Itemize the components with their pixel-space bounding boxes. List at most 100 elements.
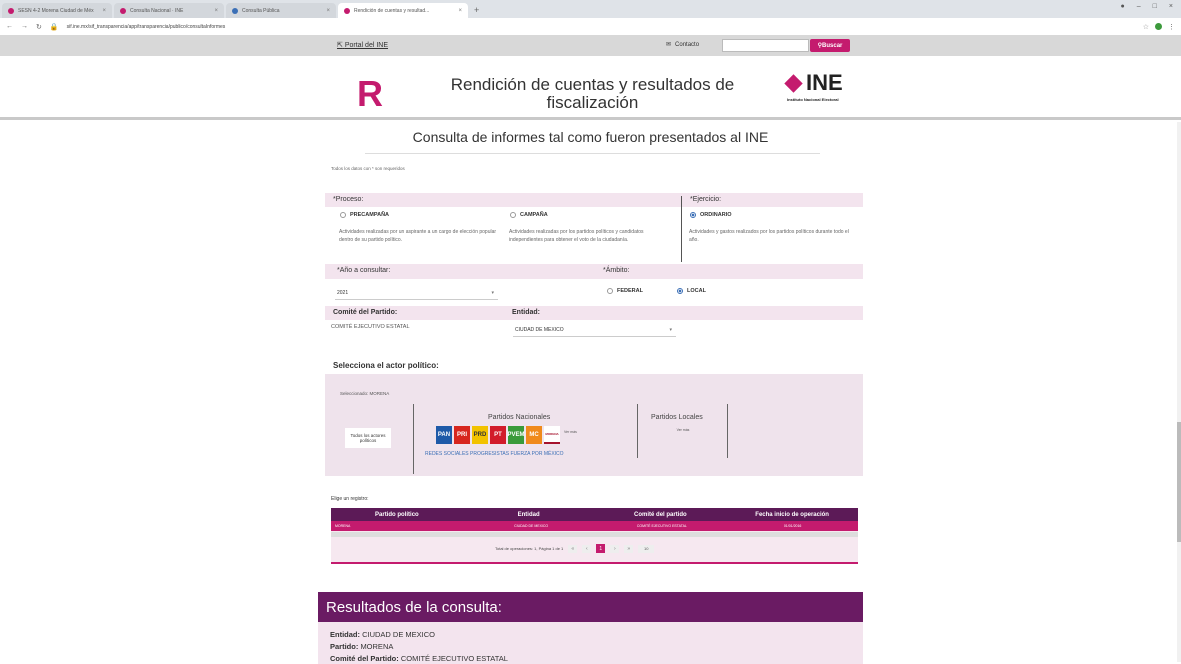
result-comite-value: COMITÉ EJECUTIVO ESTATAL <box>400 654 508 663</box>
todos-actores-button[interactable]: Todos los actores políticos <box>345 428 391 448</box>
external-link-icon: ⇱ <box>337 42 343 49</box>
profile-icon[interactable]: ● <box>1121 3 1125 10</box>
close-window-button[interactable]: × <box>1169 3 1173 10</box>
ine-top-strip: ⇱ Portal del INE ✉ Contacto ⚲ Buscar <box>0 36 1181 56</box>
browser-tab-active[interactable]: Rendición de cuentas y resultad... × <box>338 3 468 18</box>
table-row[interactable]: MORENA CIUDAD DE MEXICO COMITÉ EJECUTIVO… <box>331 521 858 531</box>
result-partido: Partido: MORENA <box>330 642 393 651</box>
party-logo-morena[interactable]: MORENA <box>544 426 560 444</box>
column-header[interactable]: Fecha inicio de operación <box>726 508 858 521</box>
results-body: Entidad: CIUDAD DE MEXICO Partido: MOREN… <box>318 622 863 664</box>
current-page[interactable]: 1 <box>596 544 606 553</box>
site-header: R Rendición de cuentas y resultados de f… <box>0 56 1181 120</box>
search-button[interactable]: ⚲ Buscar <box>810 39 850 52</box>
comite-label: Comité del Partido: <box>333 309 398 316</box>
actor-title: Selecciona el actor político: <box>333 361 439 370</box>
party-logo-pt[interactable]: PT <box>490 426 506 444</box>
scrollbar-thumb[interactable] <box>1177 422 1181 542</box>
more-nacionales-link[interactable]: Ver más <box>564 426 580 444</box>
comite-band <box>325 306 863 320</box>
close-icon[interactable]: × <box>214 8 218 14</box>
tab-label: Consulta Nacional · INE <box>130 7 184 14</box>
extensions: ☆ ⋮ <box>1143 23 1175 31</box>
first-page-button[interactable]: « <box>568 544 578 553</box>
result-entidad-value: CIUDAD DE MEXICO <box>362 630 436 639</box>
radio-label: PRECAMPAÑA <box>350 212 390 218</box>
party-logo-mc[interactable]: MC <box>526 426 542 444</box>
more-locales-link[interactable]: Ver más <box>673 428 693 433</box>
url-field[interactable]: sif.ine.mx/sif_transparencia/app/transpa… <box>67 24 1135 30</box>
column-header[interactable]: Entidad <box>463 508 595 521</box>
entidad-select[interactable]: CIUDAD DE MEXICO ▾ <box>513 323 676 337</box>
party-logo-prd[interactable]: PRD <box>472 426 488 444</box>
chevron-down-icon: ▾ <box>669 326 672 333</box>
menu-icon[interactable]: ⋮ <box>1168 23 1175 31</box>
radio-federal[interactable]: FEDERAL <box>607 288 643 294</box>
entidad-value: CIUDAD DE MEXICO <box>515 326 564 333</box>
party-image-links[interactable]: REDES SOCIALES PROGRESISTAS FUERZA POR M… <box>425 451 564 457</box>
favicon-icon <box>232 7 238 14</box>
new-tab-button[interactable]: + <box>474 5 479 15</box>
search-input[interactable] <box>722 39 809 52</box>
page-subtitle: Consulta de informes tal como fueron pre… <box>412 129 769 145</box>
close-icon[interactable]: × <box>102 8 106 14</box>
partidos-nacionales-title: Partidos Nacionales <box>488 414 551 421</box>
back-icon[interactable]: ← <box>6 23 13 30</box>
radio-precampana[interactable]: PRECAMPAÑA <box>340 212 389 218</box>
browser-tab[interactable]: Consulta Nacional · INE × <box>114 3 224 18</box>
radio-label: FEDERAL <box>617 288 643 294</box>
table-cell: CIUDAD DE MEXICO <box>514 524 549 528</box>
ine-logo-subtitle: Instituto Nacional Electoral <box>787 97 839 102</box>
portal-ine-link[interactable]: ⇱ Portal del INE <box>337 41 388 49</box>
address-bar: ← → ↻ 🔒 sif.ine.mx/sif_transparencia/app… <box>0 18 1181 36</box>
close-icon[interactable]: × <box>326 8 330 14</box>
profile-avatar[interactable] <box>1155 23 1162 30</box>
column-header[interactable]: Comité del partido <box>595 508 727 521</box>
party-logo-pri[interactable]: PRI <box>454 426 470 444</box>
ine-diamond-icon <box>784 73 803 93</box>
lock-icon[interactable]: 🔒 <box>50 23 59 31</box>
reload-icon[interactable]: ↻ <box>36 23 42 31</box>
ine-logo[interactable]: INE Instituto Nacional Electoral <box>784 70 867 102</box>
radio-circle <box>510 212 516 218</box>
panel-divider <box>637 404 638 458</box>
close-icon[interactable]: × <box>458 8 462 14</box>
result-entidad: Entidad: CIUDAD DE MEXICO <box>330 630 435 639</box>
column-header[interactable]: Partido político <box>331 508 463 521</box>
radio-circle-selected <box>690 212 696 218</box>
radio-ordinario[interactable]: ORDINARIO <box>690 212 731 218</box>
elige-registro-label: Elige un registro: <box>331 496 369 502</box>
anio-select[interactable]: 2021 ▾ <box>335 286 498 300</box>
rendicion-logo[interactable]: R <box>357 76 383 112</box>
next-page-button[interactable]: › <box>610 544 620 553</box>
party-logo-pan[interactable]: PAN <box>436 426 452 444</box>
search-button-label: Buscar <box>822 42 843 49</box>
tab-label: Consulta Pública <box>242 7 280 14</box>
maximize-button[interactable]: □ <box>1153 3 1157 10</box>
star-icon[interactable]: ☆ <box>1143 23 1149 31</box>
forward-icon[interactable]: → <box>21 23 28 30</box>
result-partido-value: MORENA <box>360 642 394 651</box>
minimize-button[interactable]: – <box>1137 3 1141 10</box>
page-size-select[interactable]: 10 <box>638 544 655 553</box>
ambito-label: *Ámbito: <box>603 267 630 274</box>
contact-link[interactable]: ✉ Contacto <box>666 41 699 49</box>
horizontal-scrollbar[interactable] <box>331 532 858 537</box>
result-comite: Comité del Partido: COMITÉ EJECUTIVO EST… <box>330 654 508 663</box>
radio-circle-selected <box>677 288 683 294</box>
radio-local[interactable]: LOCAL <box>677 288 706 294</box>
radio-circle <box>607 288 613 294</box>
anio-band <box>325 264 863 279</box>
browser-tab[interactable]: SESN 4-2 Morena Ciudad de Méx × <box>2 3 112 18</box>
browser-tab[interactable]: Consulta Pública × <box>226 3 336 18</box>
last-page-button[interactable]: » <box>624 544 634 553</box>
prev-page-button[interactable]: ‹ <box>582 544 592 553</box>
favicon-icon <box>8 7 14 14</box>
party-logo-pvem[interactable]: PVEM <box>508 426 525 444</box>
page-scrollbar[interactable] <box>1177 122 1181 662</box>
ine-logo-text: INE <box>806 70 843 95</box>
radio-campana[interactable]: CAMPAÑA <box>510 212 548 218</box>
table-cell: MORENA <box>335 524 351 528</box>
anio-label: *Año a consultar: <box>337 267 391 274</box>
ejercicio-label: *Ejercicio: <box>690 196 722 203</box>
